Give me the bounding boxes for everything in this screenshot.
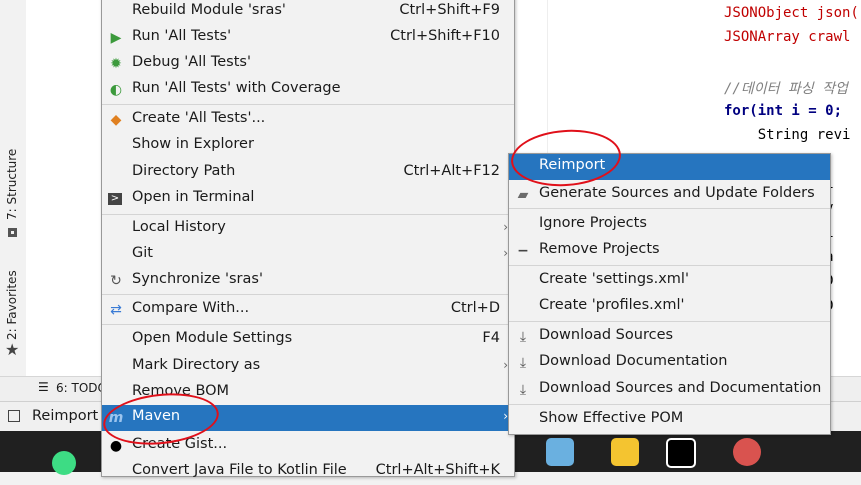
structure-icon [8,228,17,237]
menu-item-ignore-projects[interactable]: Ignore Projects [509,212,830,238]
left-tool-strip: 7: Structure 2: Favorites ★ [0,0,27,376]
terminal-icon: > [108,193,122,205]
menu-item-show-effective-pom[interactable]: Show Effective POM [509,407,830,433]
menu-item-open-terminal[interactable]: > Open in Terminal [102,186,514,212]
menu-item-module-settings[interactable]: Open Module Settings F4 [102,327,514,353]
menu-item-synchronize[interactable]: ↻ Synchronize 'sras' [102,268,514,294]
minus-icon: − [517,243,529,259]
status-text: Reimport [32,408,99,424]
coverage-icon: ◐ [109,82,123,98]
android-studio-icon[interactable] [52,451,76,475]
menu-item-download-both[interactable]: ⤓ Download Sources and Documentation [509,377,830,403]
menu-item-rebuild[interactable]: Rebuild Module 'sras' Ctrl+Shift+F9 [102,0,514,25]
menu-item-debug[interactable]: ✹ Debug 'All Tests' [102,51,514,77]
snipping-tool-icon[interactable] [733,438,761,466]
download-icon: ⤓ [519,355,527,371]
sync-icon: ↻ [110,273,122,289]
status-icon [8,410,20,422]
menu-item-show-explorer[interactable]: Show in Explorer [102,133,514,159]
structure-tab[interactable]: 7: Structure [5,149,19,220]
download-icon: ⤓ [519,382,527,398]
menu-item-create-profiles[interactable]: Create 'profiles.xml' [509,294,830,320]
menu-item-mark-directory[interactable]: Mark Directory as › [102,354,514,380]
menu-item-convert-kotlin[interactable]: Convert Java File to Kotlin File Ctrl+Al… [102,459,514,485]
test-icon: ◆ [110,112,122,128]
menu-item-local-history[interactable]: Local History › [102,216,514,242]
list-icon: ☰ [38,380,49,394]
menu-item-directory-path[interactable]: Directory Path Ctrl+Alt+F12 [102,160,514,186]
folder-refresh-icon: ▰ [517,187,529,203]
play-icon: ▶ [110,30,122,46]
project-panel-background [26,0,102,376]
download-icon: ⤓ [519,329,527,345]
menu-item-download-sources[interactable]: ⤓ Download Sources [509,324,830,350]
code-line: String revi [724,127,851,143]
menu-item-coverage[interactable]: ◐ Run 'All Tests' with Coverage [102,77,514,103]
code-line: JSONArray crawl [724,29,851,46]
code-line: //데이터 파싱 작업 [724,81,848,98]
menu-item-create-settings[interactable]: Create 'settings.xml' [509,268,830,294]
bug-icon: ✹ [110,56,122,72]
compare-icon: ⇄ [110,302,122,318]
code-line: for(int i = 0; [724,102,851,119]
menu-item-git[interactable]: Git › [102,242,514,268]
menu-item-create-tests[interactable]: ◆ Create 'All Tests'... [102,107,514,133]
menu-item-compare[interactable]: ⇄ Compare With... Ctrl+D [102,297,514,323]
maven-submenu: Reimport ▰ Generate Sources and Update F… [508,153,831,435]
paint-icon[interactable] [546,438,574,466]
menu-item-download-docs[interactable]: ⤓ Download Documentation [509,350,830,376]
file-explorer-icon[interactable] [611,438,639,466]
code-line: JSONObject json( [724,5,859,21]
menu-item-run[interactable]: ▶ Run 'All Tests' Ctrl+Shift+F10 [102,25,514,51]
menu-item-remove-projects[interactable]: − Remove Projects [509,238,830,264]
star-icon: ★ [5,340,20,359]
intellij-icon[interactable] [666,438,696,468]
favorites-tab[interactable]: 2: Favorites [5,270,19,340]
todo-tab[interactable]: 6: TODO [56,381,107,395]
